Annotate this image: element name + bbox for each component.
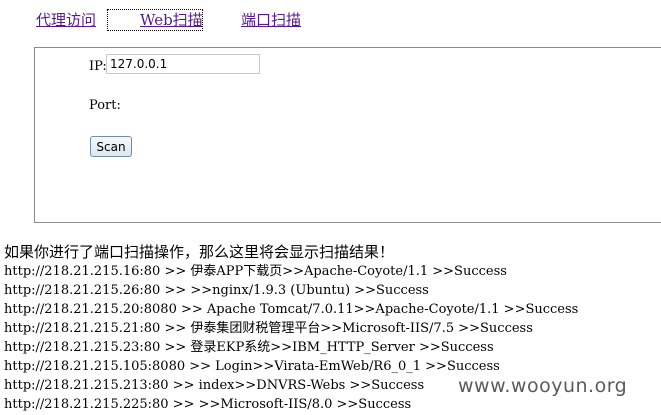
tab-web-scan[interactable]: Web扫描 [107, 9, 203, 31]
result-item: http://218.21.215.225:80 >> >>Microsoft-… [4, 397, 412, 412]
result-item: http://218.21.215.23:80 >> 登录EKP系统>>IBM_… [4, 340, 494, 355]
page: 代理访问 Web扫描 端口扫描 IP: Port: Scan 如果你进行了端口扫… [0, 0, 661, 415]
top-nav: 代理访问 Web扫描 端口扫描 [0, 9, 661, 32]
ip-label: IP: [89, 59, 107, 74]
port-label: Port: [89, 98, 121, 113]
ip-input[interactable] [106, 54, 260, 74]
result-item: http://218.21.215.20:8080 >> Apache Tomc… [4, 302, 579, 317]
tab-proxy-access[interactable]: 代理访问 [36, 10, 96, 30]
result-item: http://218.21.215.16:80 >> 伊泰APP下载页>>Apa… [4, 264, 507, 279]
watermark: www.wooyun.org [456, 375, 630, 397]
results-intro: 如果你进行了端口扫描操作，那么这里将会显示扫描结果！ [4, 243, 395, 261]
result-item: http://218.21.215.105:8080 >> Login>>Vir… [4, 359, 500, 374]
result-item: http://218.21.215.21:80 >> 伊泰集团财税管理平台>>M… [4, 321, 533, 336]
scan-button[interactable]: Scan [90, 136, 132, 157]
scan-form-panel: IP: Port: Scan [34, 47, 661, 223]
result-item: http://218.21.215.26:80 >> >>nginx/1.9.3… [4, 283, 429, 298]
tab-port-scan[interactable]: 端口扫描 [241, 10, 301, 30]
